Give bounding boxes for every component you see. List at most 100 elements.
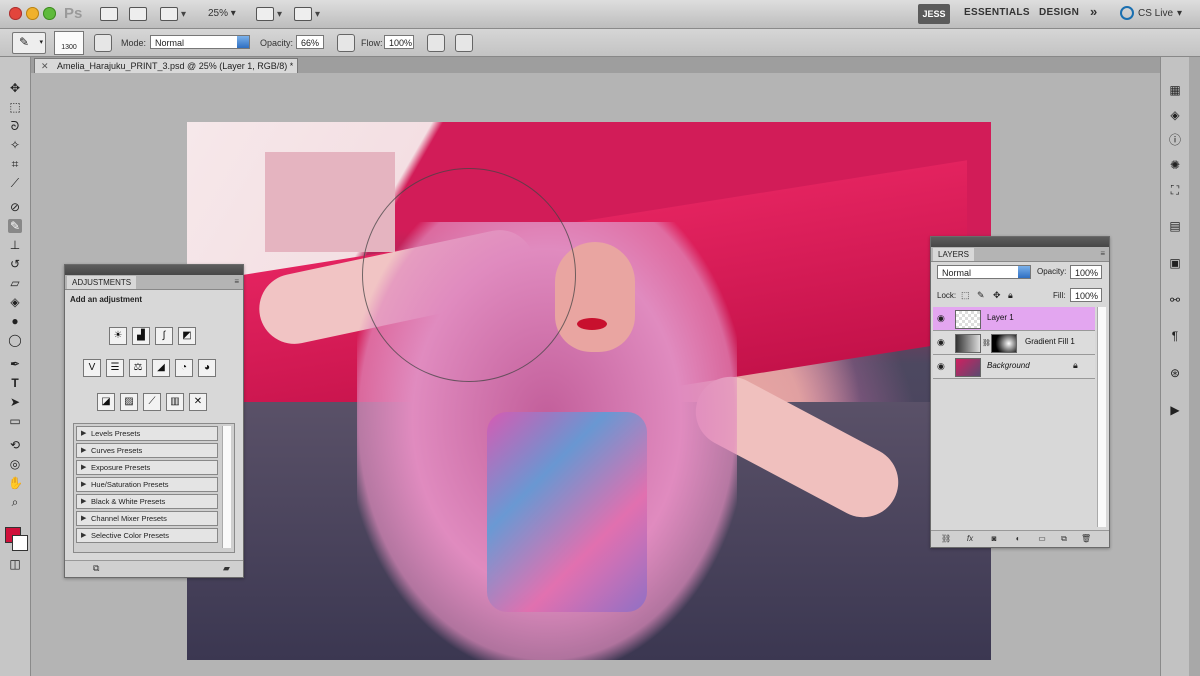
adjustment-options-icon[interactable]: ▰ xyxy=(223,563,235,574)
cs-live-button[interactable]: CS Live ▾ xyxy=(1120,6,1182,20)
hand-tool-icon[interactable]: ✋ xyxy=(8,476,23,490)
zoom-tool-icon[interactable]: ⌕ xyxy=(8,495,22,509)
brightness-contrast-icon[interactable]: ☀ xyxy=(109,327,127,345)
brush-tool-icon[interactable]: ✎ xyxy=(8,219,22,233)
tab-adjustments[interactable]: ADJUSTMENTS xyxy=(67,276,137,289)
dodge-tool-icon[interactable]: ◯ xyxy=(8,333,22,347)
paths-panel-icon[interactable]: ⚯ xyxy=(1168,293,1182,307)
clip-to-layer-icon[interactable]: ⧉ xyxy=(93,563,105,574)
list-item[interactable]: ▶ Hue/Saturation Presets xyxy=(76,477,218,492)
path-selection-tool-icon[interactable]: ➤ xyxy=(8,395,22,409)
panel-title-bar[interactable] xyxy=(65,265,243,275)
panel-menu-icon[interactable]: ≡ xyxy=(234,277,239,286)
document-tab[interactable]: ✕ Amelia_Harajuku_PRINT_3.psd @ 25% (Lay… xyxy=(34,58,298,73)
transform-panel-icon[interactable]: ⛶ xyxy=(1168,183,1182,197)
healing-brush-tool-icon[interactable]: ⊘ xyxy=(8,200,22,214)
opacity-field[interactable]: 66% xyxy=(296,35,324,49)
new-adjustment-layer-icon[interactable]: ◐ xyxy=(1013,534,1023,544)
gradient-map-icon[interactable]: ▥ xyxy=(166,393,184,411)
list-item[interactable]: ▶ Levels Presets xyxy=(76,426,218,441)
actions-panel-icon[interactable]: ▶ xyxy=(1168,403,1182,417)
list-item[interactable]: ▶ Curves Presets xyxy=(76,443,218,458)
layer-row[interactable]: ◉ ⛓ Gradient Fill 1 xyxy=(933,331,1095,355)
threshold-icon[interactable]: ⟋ xyxy=(143,393,161,411)
3d-panel-icon[interactable]: ⊛ xyxy=(1168,366,1182,380)
color-panel-icon[interactable]: ◈ xyxy=(1168,108,1182,122)
zoom-window-button[interactable] xyxy=(43,7,56,20)
curves-icon[interactable]: ∫ xyxy=(155,327,173,345)
list-item[interactable]: ▶ Selective Color Presets xyxy=(76,528,218,543)
pressure-size-icon[interactable] xyxy=(455,34,473,52)
invert-icon[interactable]: ◪ xyxy=(97,393,115,411)
chain-link-icon[interactable]: ⛓ xyxy=(982,339,991,347)
close-window-button[interactable] xyxy=(9,7,22,20)
brush-panel-toggle-icon[interactable] xyxy=(94,34,112,52)
document-canvas[interactable] xyxy=(187,122,991,660)
eyedropper-tool-icon[interactable]: ⟋ xyxy=(8,176,22,190)
launch-bridge-button[interactable] xyxy=(100,5,118,23)
pen-tool-icon[interactable]: ✒ xyxy=(8,357,22,371)
hue-saturation-icon[interactable]: ☰ xyxy=(106,359,124,377)
fill-field[interactable]: 100% xyxy=(1070,288,1102,302)
clone-stamp-tool-icon[interactable]: ⊥ xyxy=(8,238,22,252)
mini-bridge-icon[interactable]: ▦ xyxy=(1168,83,1182,97)
flow-field[interactable]: 100% xyxy=(384,35,414,49)
layer-opacity-field[interactable]: 100% xyxy=(1070,265,1102,279)
info-panel-icon[interactable]: ⓘ xyxy=(1168,133,1182,147)
lock-transparent-icon[interactable]: ⬚ xyxy=(961,290,970,301)
new-layer-icon[interactable]: ⧉ xyxy=(1059,534,1069,544)
screen-mode-button[interactable]: ▾ xyxy=(292,5,322,23)
exposure-icon[interactable]: ◩ xyxy=(178,327,196,345)
lock-all-icon[interactable]: 🔒︎ xyxy=(1008,290,1013,301)
navigator-panel-icon[interactable]: ▣ xyxy=(1168,256,1182,270)
delete-layer-icon[interactable]: 🗑︎ xyxy=(1081,534,1091,544)
paint-bucket-tool-icon[interactable]: ◈ xyxy=(8,295,22,309)
view-extras-button[interactable]: ▾ xyxy=(158,5,188,23)
brushes-panel-icon[interactable]: ✺ xyxy=(1168,158,1182,172)
link-layers-icon[interactable]: ⛓ xyxy=(941,534,951,544)
channel-mixer-icon[interactable]: ◕ xyxy=(198,359,216,377)
zoom-level[interactable]: 25% ▾ xyxy=(208,8,236,19)
marquee-tool-icon[interactable]: ⬚ xyxy=(8,100,22,114)
blend-mode-select[interactable]: Normal xyxy=(937,265,1031,279)
history-panel-icon[interactable]: ▤ xyxy=(1168,219,1182,233)
panel-title-bar[interactable] xyxy=(931,237,1109,247)
pressure-opacity-icon[interactable] xyxy=(337,34,355,52)
panel-menu-icon[interactable]: ≡ xyxy=(1100,249,1105,258)
minimize-window-button[interactable] xyxy=(26,7,39,20)
arrange-documents-button[interactable]: ▾ xyxy=(254,5,284,23)
crop-tool-icon[interactable]: ⌗ xyxy=(8,157,22,171)
new-group-icon[interactable]: ▭ xyxy=(1037,534,1047,544)
more-workspaces-button[interactable]: » xyxy=(1090,4,1098,19)
levels-icon[interactable]: ▟ xyxy=(132,327,150,345)
3d-rotate-tool-icon[interactable]: ⟲ xyxy=(8,438,22,452)
vibrance-icon[interactable]: V xyxy=(83,359,101,377)
quick-selection-tool-icon[interactable]: ✧ xyxy=(8,138,22,152)
3d-orbit-tool-icon[interactable]: ◎ xyxy=(8,457,22,471)
workspace-essentials[interactable]: ESSENTIALS xyxy=(964,7,1030,18)
black-white-icon[interactable]: ◢ xyxy=(152,359,170,377)
move-tool-icon[interactable]: ✥ xyxy=(8,81,22,95)
layer-style-icon[interactable]: fx xyxy=(965,534,975,544)
add-mask-icon[interactable]: ◙ xyxy=(989,534,999,544)
blur-tool-icon[interactable]: ● xyxy=(8,314,22,328)
history-brush-tool-icon[interactable]: ↺ xyxy=(8,257,22,271)
eraser-tool-icon[interactable]: ▱ xyxy=(8,276,22,290)
presets-scrollbar[interactable] xyxy=(222,426,231,548)
workspace-design[interactable]: DESIGN xyxy=(1039,7,1079,18)
posterize-icon[interactable]: ▨ xyxy=(120,393,138,411)
workspace-jess[interactable]: JESS xyxy=(918,4,950,24)
brush-size-picker[interactable]: 1300 xyxy=(54,31,84,55)
background-color-swatch[interactable] xyxy=(12,535,28,551)
rectangle-tool-icon[interactable]: ▭ xyxy=(8,414,22,428)
layer-row[interactable]: ◉ Background 🔒︎ xyxy=(933,355,1095,379)
list-item[interactable]: ▶ Exposure Presets xyxy=(76,460,218,475)
visibility-eye-icon[interactable]: ◉ xyxy=(937,361,947,371)
photo-filter-icon[interactable]: ◔ xyxy=(175,359,193,377)
visibility-eye-icon[interactable]: ◉ xyxy=(937,337,947,347)
airbrush-icon[interactable] xyxy=(427,34,445,52)
quick-mask-icon[interactable]: ◫ xyxy=(8,557,22,571)
lasso-tool-icon[interactable]: ᘐ xyxy=(8,119,22,133)
list-item[interactable]: ▶ Black & White Presets xyxy=(76,494,218,509)
layers-scrollbar[interactable] xyxy=(1097,307,1106,527)
